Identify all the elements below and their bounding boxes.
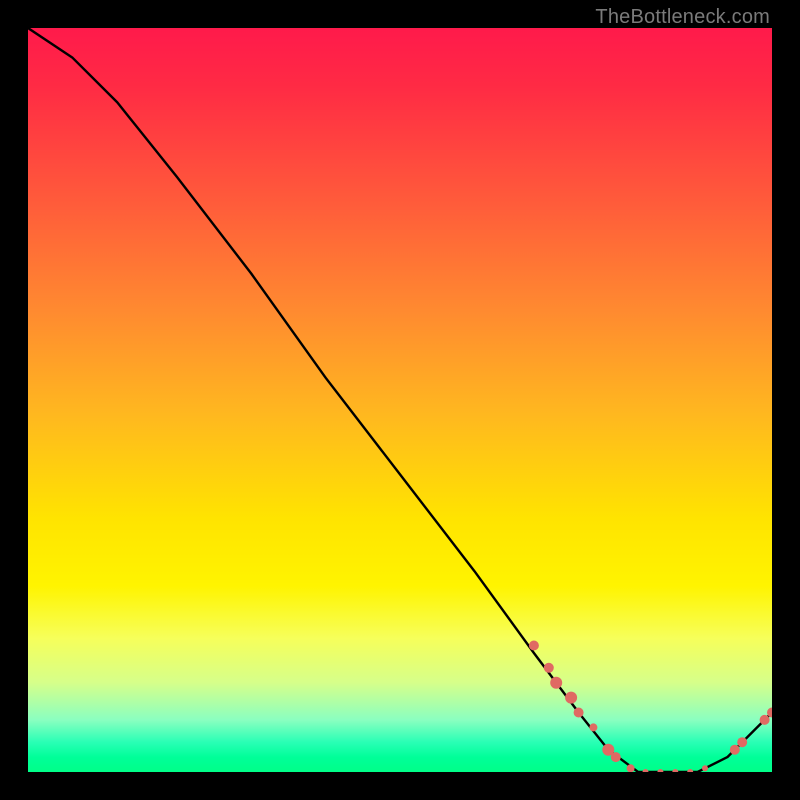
data-point — [565, 692, 577, 704]
data-point — [672, 769, 678, 772]
chart-overlay — [28, 28, 772, 772]
data-point — [730, 745, 740, 755]
data-point — [627, 764, 635, 772]
bottleneck-curve — [28, 28, 772, 772]
data-point — [657, 769, 663, 772]
data-point — [760, 715, 770, 725]
data-point — [643, 769, 649, 772]
data-point — [687, 769, 693, 772]
data-point — [611, 752, 621, 762]
data-point — [544, 663, 554, 673]
data-point — [737, 737, 747, 747]
watermark-text: TheBottleneck.com — [595, 6, 770, 29]
highlight-points — [529, 641, 772, 773]
data-point — [574, 708, 584, 718]
data-point — [550, 677, 562, 689]
data-point — [589, 723, 597, 731]
chart-stage: TheBottleneck.com — [0, 0, 800, 800]
plot-area — [28, 28, 772, 772]
data-point — [529, 641, 539, 651]
data-point — [702, 765, 708, 771]
